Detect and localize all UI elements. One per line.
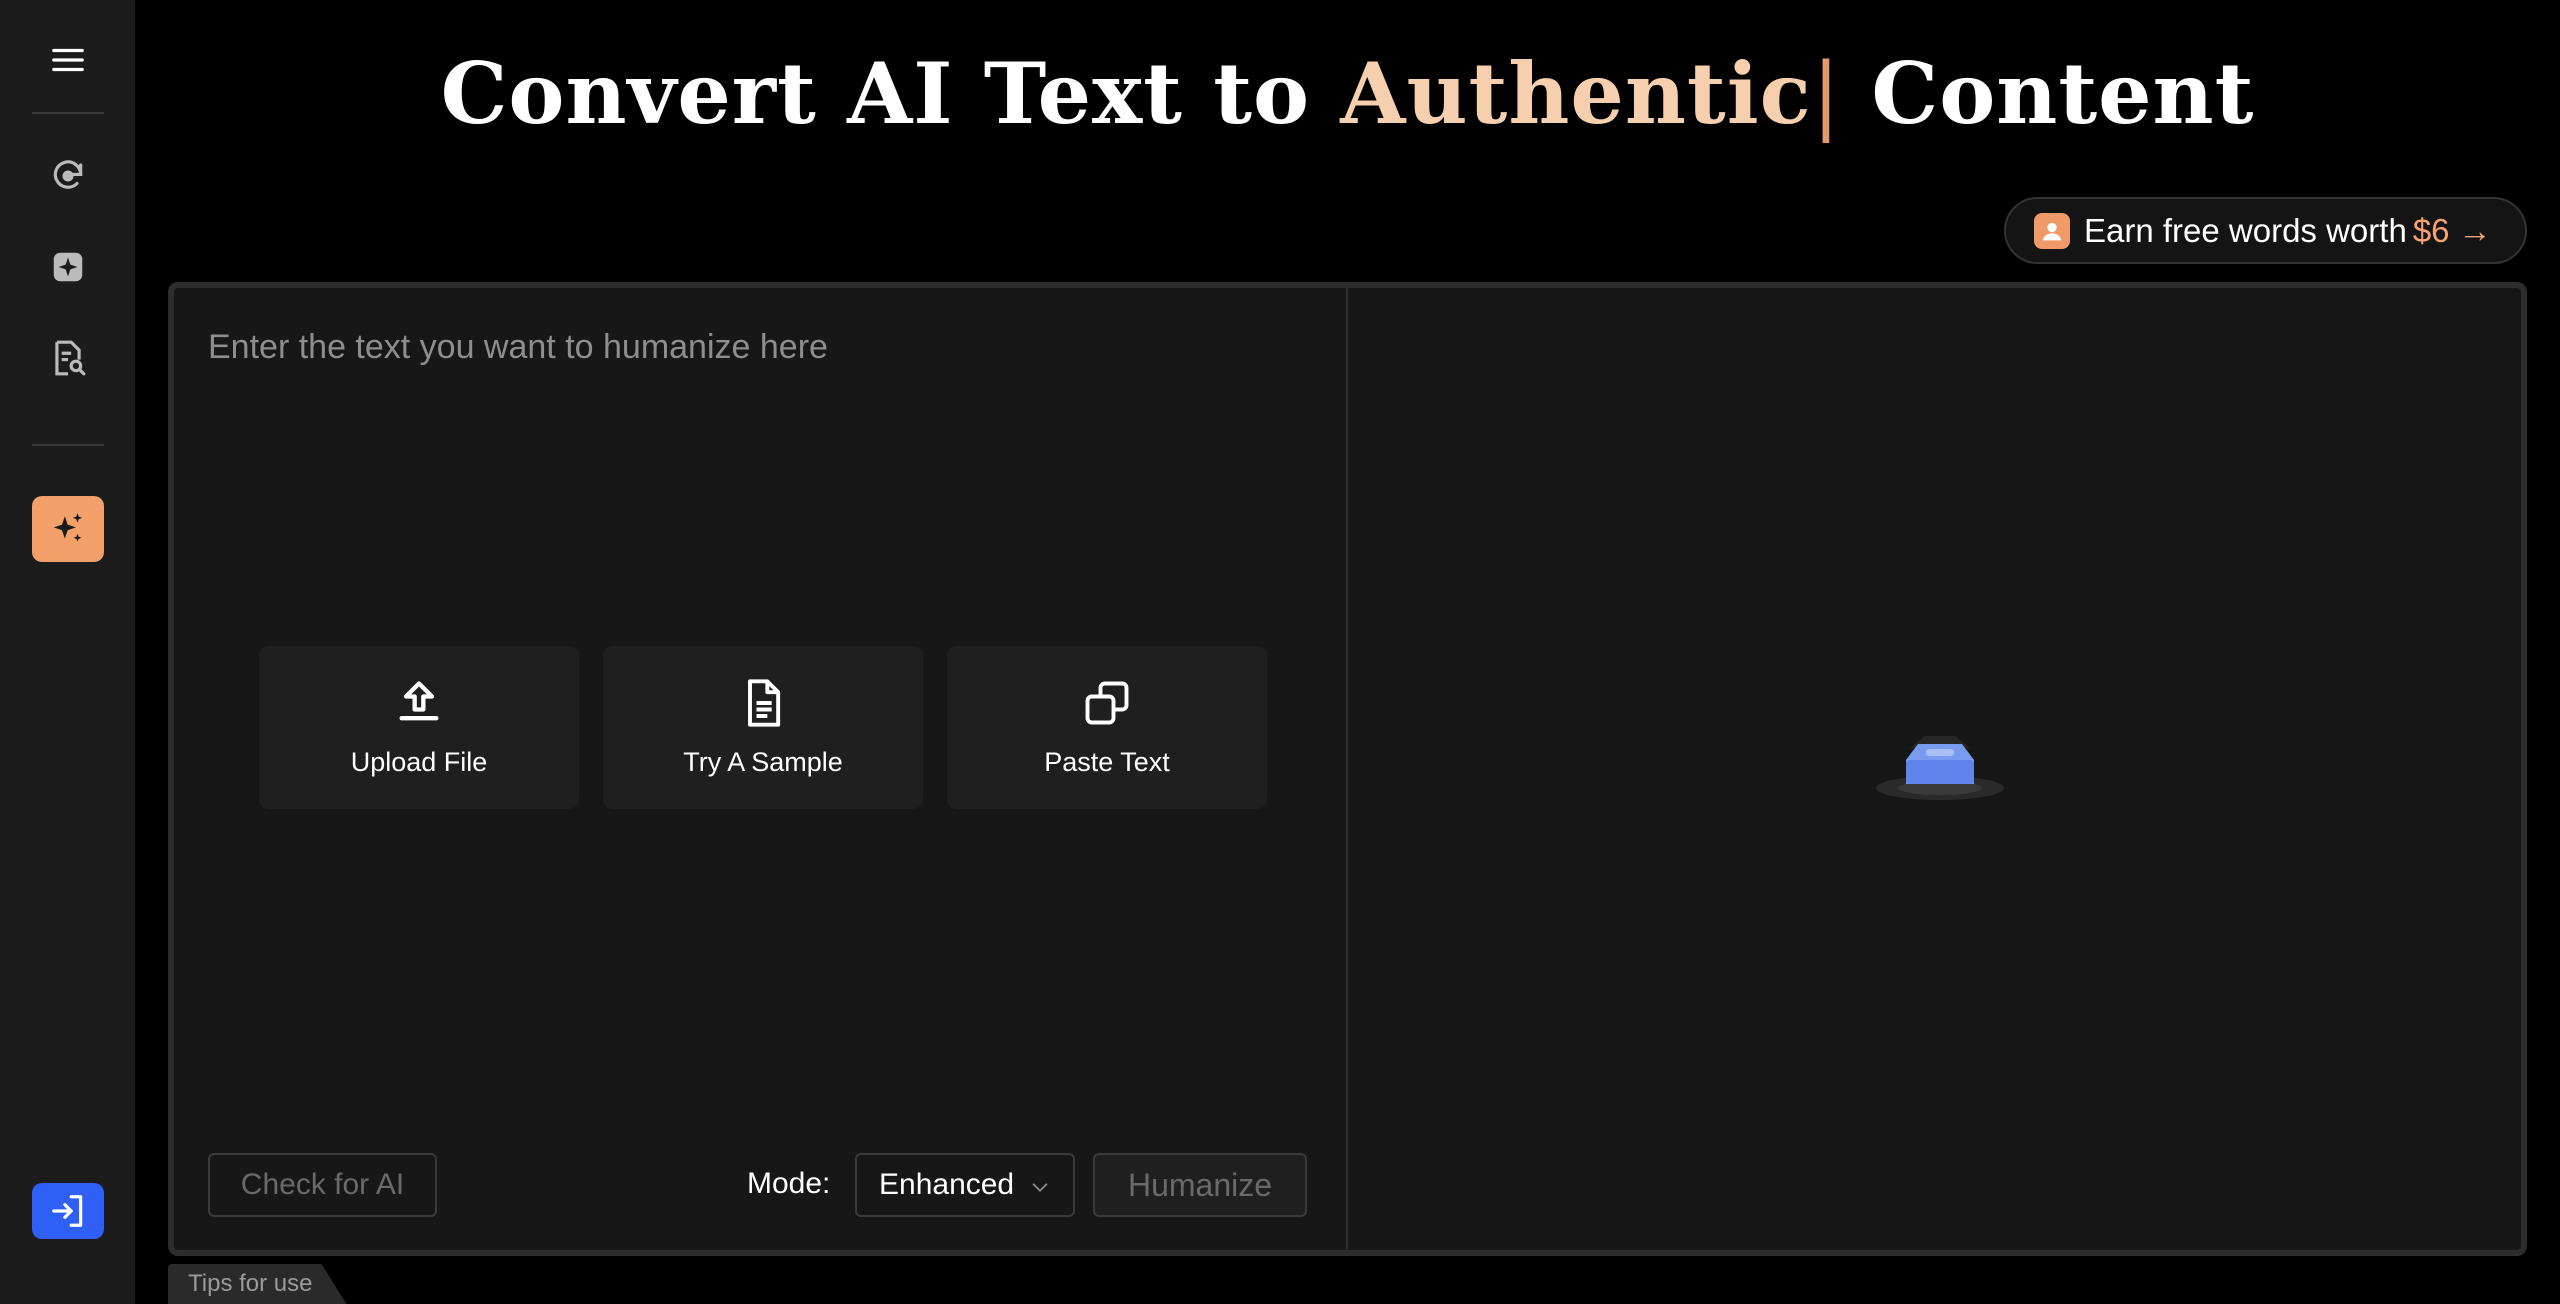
check-for-ai-button[interactable]: Check for AI bbox=[208, 1153, 437, 1217]
login-button[interactable] bbox=[32, 1183, 104, 1239]
document-search-icon bbox=[55, 340, 86, 376]
earn-text: Earn free words worth bbox=[2084, 211, 2407, 249]
sidebar bbox=[0, 0, 135, 1304]
chevron-down-icon bbox=[1032, 1183, 1048, 1193]
earn-free-words-button[interactable]: Earn free words worth $6 → bbox=[2004, 197, 2527, 264]
menu-button[interactable] bbox=[32, 27, 104, 93]
tips-for-use-tab[interactable]: Tips for use bbox=[168, 1264, 347, 1304]
input-placeholder[interactable]: Enter the text you want to humanize here bbox=[208, 328, 828, 367]
panel-divider bbox=[1346, 288, 1348, 1250]
page-title: Convert AI Text to Authentic| Content bbox=[135, 44, 2560, 144]
try-sample-button[interactable]: Try A Sample bbox=[603, 646, 923, 809]
menu-icon bbox=[52, 48, 84, 72]
document-icon bbox=[748, 679, 781, 727]
upload-icon bbox=[399, 681, 439, 721]
sparkle-box-icon bbox=[53, 252, 83, 282]
sidebar-item-humanizer[interactable] bbox=[32, 496, 104, 562]
paste-text-label: Paste Text bbox=[1044, 747, 1170, 777]
humanize-button[interactable]: Humanize bbox=[1093, 1153, 1307, 1217]
refresh-ai-icon bbox=[53, 160, 83, 189]
sidebar-divider bbox=[32, 444, 104, 446]
editor-panel: Enter the text you want to humanize here… bbox=[168, 282, 2527, 1256]
upload-file-label: Upload File bbox=[350, 747, 488, 777]
paste-text-button[interactable]: Paste Text bbox=[947, 646, 1267, 809]
sidebar-item-ai-detector[interactable] bbox=[32, 143, 104, 209]
sidebar-item-plagiarism[interactable] bbox=[32, 325, 104, 391]
mode-select[interactable]: Enhanced bbox=[855, 1153, 1075, 1217]
copy-icon bbox=[1085, 681, 1129, 725]
input-actions: Upload File Try A Sample Paste Text bbox=[259, 646, 1267, 809]
editor-toolbar: Check for AI Mode: Enhanced Humanize bbox=[208, 1153, 1314, 1217]
upload-file-button[interactable]: Upload File bbox=[259, 646, 579, 809]
title-part1: Convert AI Text to bbox=[440, 44, 1311, 143]
login-icon bbox=[52, 1195, 83, 1227]
empty-box-icon bbox=[1876, 736, 2004, 800]
mode-value: Enhanced bbox=[879, 1168, 1015, 1201]
sidebar-item-ai-writer[interactable] bbox=[32, 234, 104, 300]
try-sample-label: Try A Sample bbox=[683, 747, 843, 777]
mode-label: Mode: bbox=[747, 1167, 831, 1200]
title-part2: Content bbox=[1871, 44, 2255, 143]
title-accent: Authentic bbox=[1340, 44, 1812, 143]
earn-amount: $6 → bbox=[2412, 211, 2492, 249]
referral-icon bbox=[2034, 212, 2070, 249]
sparkles-icon bbox=[53, 513, 83, 542]
title-cursor: | bbox=[1811, 45, 1842, 143]
sidebar-divider bbox=[32, 112, 104, 114]
